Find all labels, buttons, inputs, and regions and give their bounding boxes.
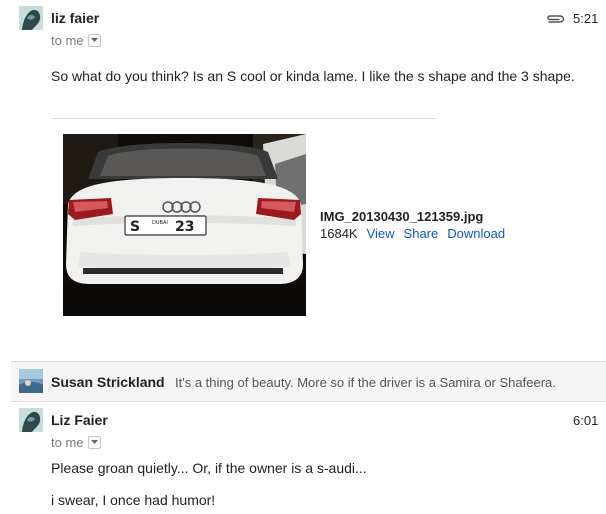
recipient-line[interactable]: to me bbox=[51, 435, 101, 450]
avatar[interactable] bbox=[19, 369, 43, 393]
attachment-thumbnail[interactable]: S DUBAI 23 bbox=[63, 134, 306, 316]
sender-name[interactable]: liz faier bbox=[51, 10, 99, 26]
message-time: 5:21 bbox=[573, 11, 599, 26]
plate-emirate: DUBAI bbox=[152, 220, 168, 226]
paperclip-icon bbox=[545, 12, 565, 30]
chevron-down-icon[interactable] bbox=[87, 436, 101, 449]
message-snippet: It's a thing of beauty. More so if the d… bbox=[175, 375, 556, 390]
avatar[interactable] bbox=[19, 408, 43, 432]
plate-number: 23 bbox=[175, 219, 194, 235]
message-body-line: Please groan quietly... Or, if the owner… bbox=[51, 460, 367, 476]
attachment-filename: IMG_20130430_121359.jpg bbox=[320, 209, 484, 224]
avatar[interactable] bbox=[19, 6, 43, 30]
chevron-down-icon[interactable] bbox=[87, 34, 101, 47]
message-body-line: i swear, I once had humor! bbox=[51, 492, 216, 508]
recipient-label: to me bbox=[51, 33, 84, 48]
download-link[interactable]: Download bbox=[447, 226, 505, 241]
sender-name[interactable]: Susan Strickland bbox=[51, 374, 165, 390]
attachment-meta: 1684K View Share Download bbox=[320, 226, 505, 241]
view-link[interactable]: View bbox=[367, 226, 395, 241]
sender-name[interactable]: Liz Faier bbox=[51, 412, 108, 428]
share-link[interactable]: Share bbox=[404, 226, 439, 241]
collapsed-message[interactable]: Susan Strickland It's a thing of beauty.… bbox=[11, 361, 606, 402]
plate-letter: S bbox=[130, 219, 140, 235]
recipient-label: to me bbox=[51, 435, 84, 450]
attachment-divider bbox=[51, 118, 436, 119]
message-body: So what do you think? Is an S cool or ki… bbox=[51, 68, 575, 84]
car-photo: S DUBAI 23 bbox=[63, 134, 306, 316]
attachment-size: 1684K bbox=[320, 226, 358, 241]
recipient-line[interactable]: to me bbox=[51, 33, 101, 48]
message-time: 6:01 bbox=[573, 413, 599, 428]
